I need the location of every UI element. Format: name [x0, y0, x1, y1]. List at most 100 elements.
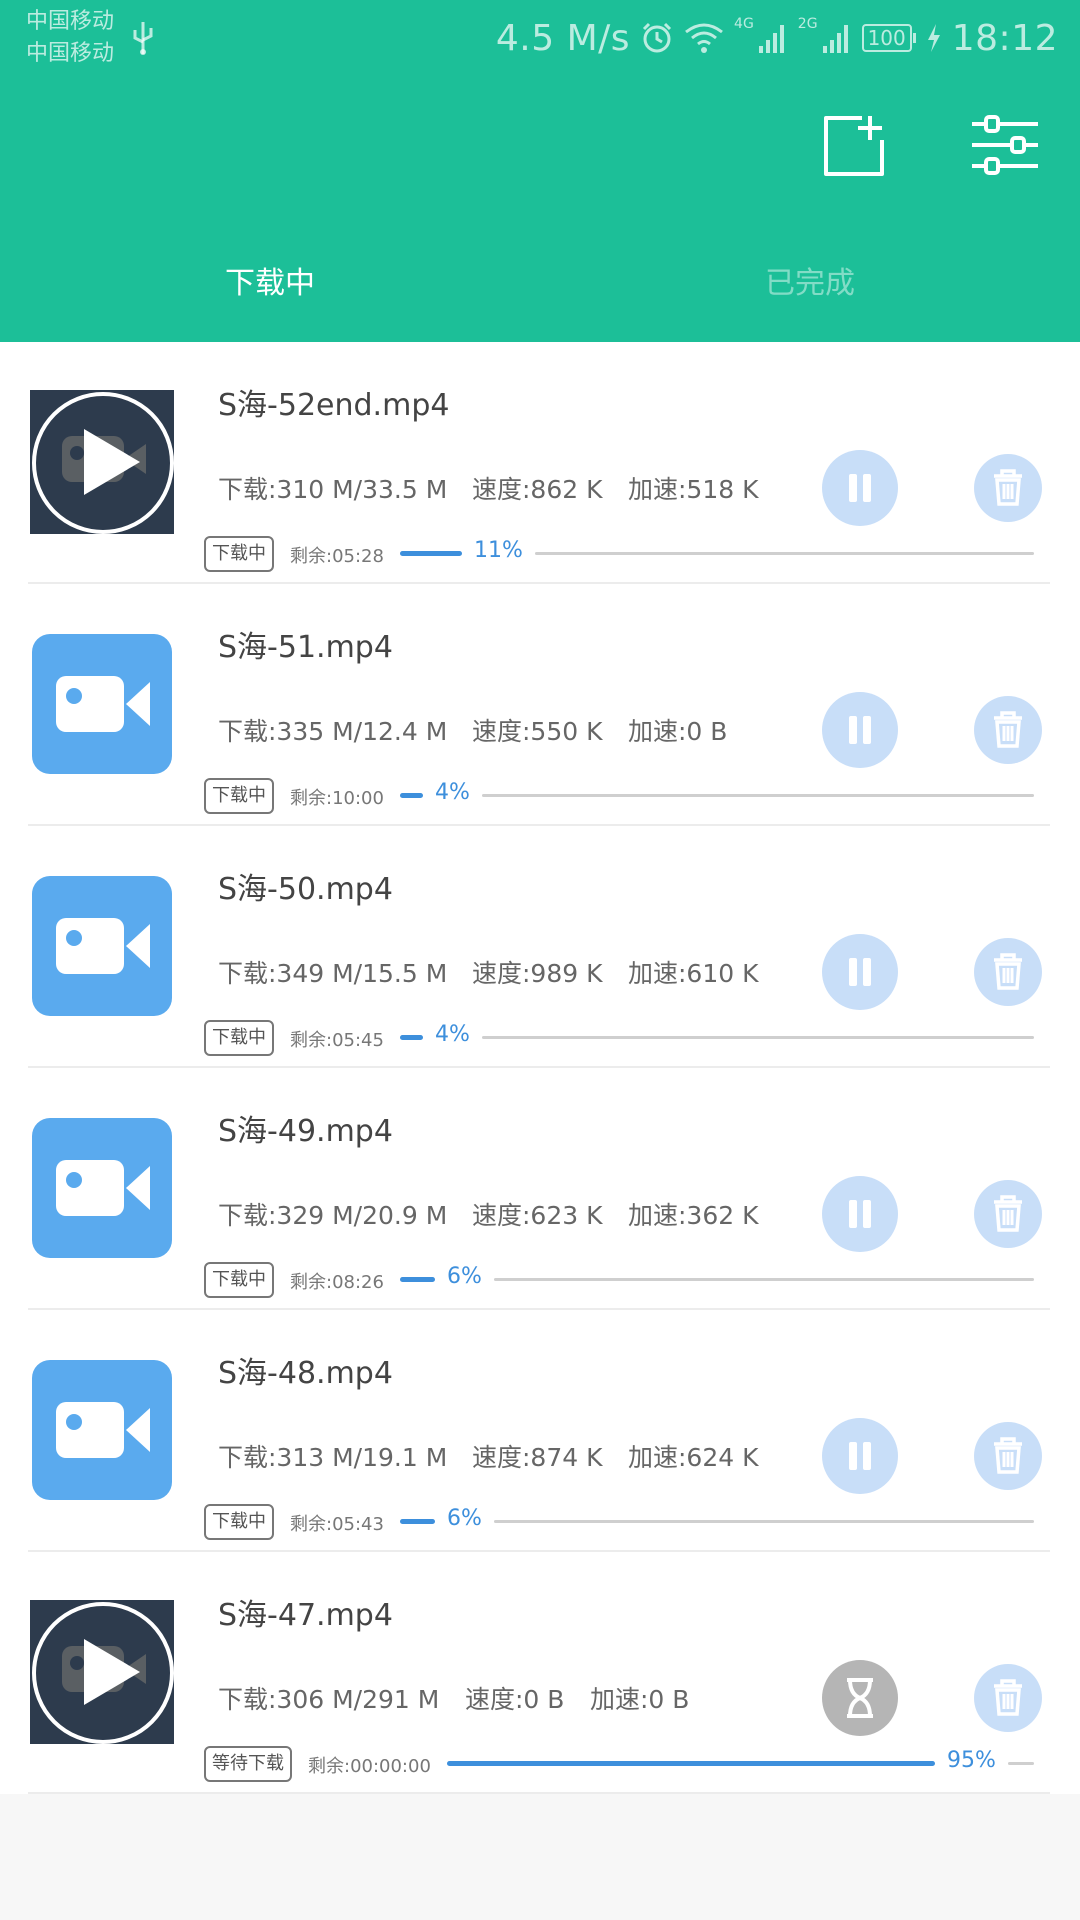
trash-icon — [994, 953, 1022, 990]
file-name: S海-49.mp4 — [218, 1114, 393, 1149]
pause-icon — [863, 958, 871, 986]
downloaded-size: 下载:306 M/291 M — [218, 1685, 440, 1714]
download-speed: 速度:0 B — [465, 1685, 565, 1714]
boost-speed: 加速:624 K — [628, 1443, 759, 1472]
tab-completed[interactable]: 已完成 — [540, 258, 1080, 302]
file-name: S海-52end.mp4 — [218, 388, 450, 423]
boost-speed: 加速:362 K — [628, 1201, 759, 1230]
status-indicators: 4.5 M/s 4G 2G 100 18:12 — [496, 14, 1058, 62]
battery-indicator: 100 — [861, 24, 916, 52]
pause-button[interactable] — [822, 450, 898, 526]
charging-icon — [927, 24, 940, 52]
wifi-icon — [685, 23, 723, 53]
pause-icon — [849, 716, 857, 744]
download-speed: 速度:874 K — [472, 1443, 603, 1472]
signal-icon — [758, 25, 784, 53]
download-item[interactable]: S海-51.mp4 下载:335 M/12.4 M 速度:550 K 加速:0 B 下载… — [0, 584, 1080, 826]
download-item[interactable]: S海-48.mp4 下载:313 M/19.1 M 速度:874 K 加速:624 K… — [0, 1310, 1080, 1552]
settings-sliders-icon[interactable] — [972, 114, 1038, 176]
progress-percent: 95% — [947, 1748, 996, 1773]
play-triangle — [84, 429, 140, 495]
downloaded-size: 下载:313 M/19.1 M — [218, 1443, 448, 1472]
network-type-label: 4G — [734, 16, 754, 32]
downloaded-size: 下载:310 M/33.5 M — [218, 475, 448, 504]
time-remaining: 剩余:00:00:00 — [308, 1756, 431, 1777]
delete-button[interactable] — [974, 696, 1042, 764]
progress-percent: 11% — [474, 538, 523, 563]
pause-button[interactable] — [822, 1418, 898, 1494]
download-speed: 速度:989 K — [472, 959, 603, 988]
delete-button[interactable] — [974, 1422, 1042, 1490]
video-file-icon[interactable] — [32, 876, 172, 1016]
progress-bar-fill — [400, 1035, 423, 1040]
status-bar: 中国移动 中国移动 4.5 M/s 4G 2G 100 18:12 — [0, 0, 1080, 76]
file-name: S海-50.mp4 — [218, 872, 393, 907]
progress-bar-fill — [400, 793, 423, 798]
video-file-icon[interactable] — [32, 1118, 172, 1258]
camera-dot — [66, 1172, 82, 1188]
progress-bar-track — [494, 1278, 1034, 1281]
clock: 18:12 — [951, 17, 1058, 59]
battery-tip — [912, 33, 916, 43]
camera-shape — [56, 676, 124, 732]
camera-lens-shape — [126, 682, 150, 726]
boost-speed: 加速:0 B — [590, 1685, 690, 1714]
camera-lens-shape — [126, 1166, 150, 1210]
progress-bar-track — [482, 1036, 1034, 1039]
boost-speed: 加速:518 K — [628, 475, 759, 504]
add-task-icon[interactable] — [822, 114, 886, 178]
pause-icon — [863, 1442, 871, 1470]
status-badge: 下载中 — [204, 1262, 274, 1298]
waiting-button[interactable] — [822, 1660, 898, 1736]
pause-button[interactable] — [822, 1176, 898, 1252]
download-item[interactable]: S海-47.mp4 下载:306 M/291 M 速度:0 B 加速:0 B 等待下载剩… — [0, 1552, 1080, 1794]
usb-icon — [133, 22, 153, 55]
pause-icon — [849, 1442, 857, 1470]
progress-percent: 4% — [435, 780, 470, 805]
time-remaining: 剩余:05:43 — [290, 1514, 384, 1535]
delete-button[interactable] — [974, 454, 1042, 522]
pause-button[interactable] — [822, 934, 898, 1010]
camera-lens-shape — [126, 924, 150, 968]
progress-bar-fill — [400, 1519, 435, 1524]
carrier-label: 中国移动 — [26, 41, 115, 66]
pause-icon — [863, 474, 871, 502]
download-item[interactable]: S海-50.mp4 下载:349 M/15.5 M 速度:989 K 加速:610 K… — [0, 826, 1080, 1068]
camera-dot — [66, 1414, 82, 1430]
downloaded-size: 下载:349 M/15.5 M — [218, 959, 448, 988]
delete-button[interactable] — [974, 1664, 1042, 1732]
alarm-icon — [642, 22, 672, 53]
delete-button[interactable] — [974, 1180, 1042, 1248]
pause-button[interactable] — [822, 692, 898, 768]
download-speed: 速度:550 K — [472, 717, 603, 746]
download-item[interactable]: S海-52end.mp4 下载:310 M/33.5 M 速度:862 K 加速:51… — [0, 342, 1080, 584]
signal-icon — [822, 25, 848, 53]
app-header: 中国移动 中国移动 4.5 M/s 4G 2G 100 18:12 下载中 已完… — [0, 0, 1080, 342]
download-list: S海-52end.mp4 下载:310 M/33.5 M 速度:862 K 加速:51… — [0, 342, 1080, 1794]
pause-icon — [863, 716, 871, 744]
download-item[interactable]: S海-49.mp4 下载:329 M/20.9 M 速度:623 K 加速:362 K… — [0, 1068, 1080, 1310]
camera-shape — [56, 1402, 124, 1458]
time-remaining: 剩余:05:45 — [290, 1030, 384, 1051]
progress-percent: 6% — [447, 1506, 482, 1531]
time-remaining: 剩余:05:28 — [290, 546, 384, 567]
delete-button[interactable] — [974, 938, 1042, 1006]
status-badge: 等待下载 — [204, 1746, 292, 1782]
status-badge: 下载中 — [204, 1504, 274, 1540]
status-badge: 下载中 — [204, 536, 274, 572]
network-speed: 4.5 M/s — [495, 17, 631, 59]
file-name: S海-48.mp4 — [218, 1356, 393, 1391]
status-badge: 下载中 — [204, 1020, 274, 1056]
boost-speed: 加速:610 K — [628, 959, 759, 988]
progress-bar-track — [482, 794, 1034, 797]
download-speed: 速度:862 K — [472, 475, 603, 504]
file-name: S海-51.mp4 — [218, 630, 393, 665]
download-manager-screen: 中国移动 中国移动 4.5 M/s 4G 2G 100 18:12 下载中 已完… — [0, 0, 1080, 1920]
video-file-icon[interactable] — [32, 634, 172, 774]
downloaded-size: 下载:329 M/20.9 M — [218, 1201, 448, 1230]
video-thumbnail[interactable] — [30, 1600, 174, 1744]
video-file-icon[interactable] — [32, 1360, 172, 1500]
progress-percent: 4% — [435, 1022, 470, 1047]
tab-downloading[interactable]: 下载中 — [0, 258, 540, 302]
video-thumbnail[interactable] — [30, 390, 174, 534]
